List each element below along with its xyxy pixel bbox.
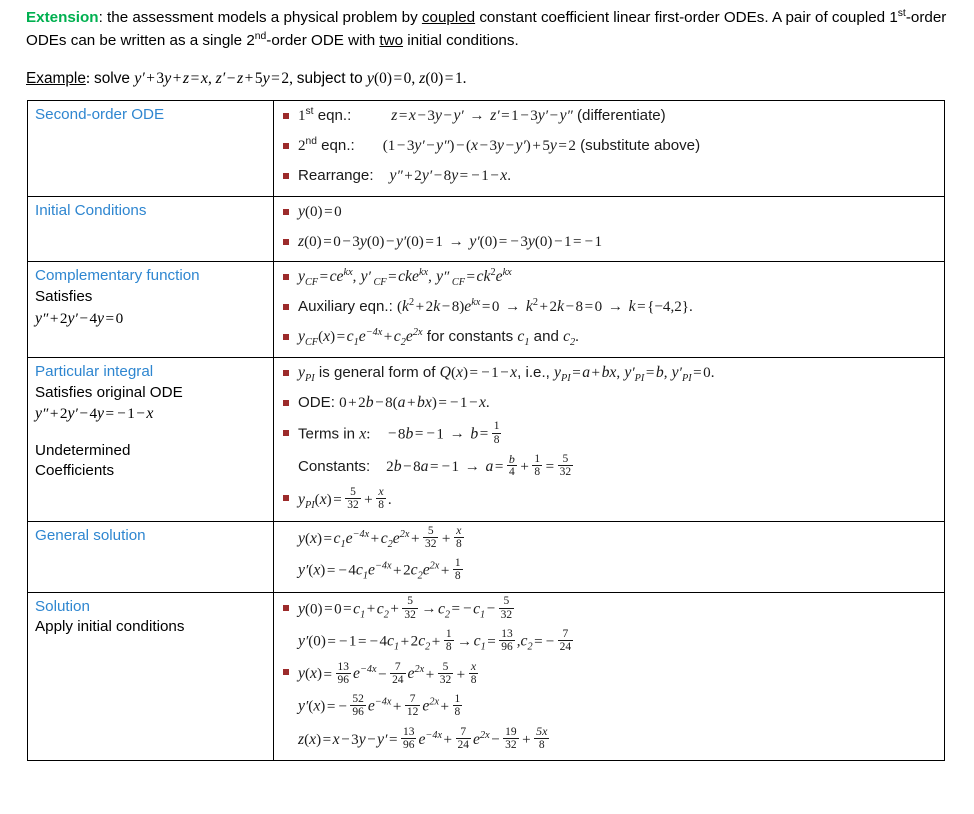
content-list: yCF=cekx, y′ CF=ckekx, y″ CF=ck2ekx Auxi… xyxy=(281,266,938,349)
content-list: y(x)=c1e−4x+c2e2x+ 5 32 + x 8 y′(x)= −4c1e−4x+… xyxy=(281,523,938,584)
row-label-cell-complementary-function: Complementary function Satisfies y″+2y′−… xyxy=(27,261,274,358)
list-item: yCF(x)=c1e−4x+c2e2x for constants c1 and… xyxy=(281,326,938,349)
table-row: Solution Apply initial conditions y(0)=0… xyxy=(27,591,945,762)
fraction-x-over-8: x8 xyxy=(453,523,464,550)
list-item: y(0)=0=c1+c2+ 5 32 →c2= −c1− 5 32 xyxy=(281,595,938,622)
fraction-one-eighth: 18 xyxy=(491,420,502,446)
label-spacer xyxy=(35,426,267,441)
list-item: ODE: 0+2b−8(a+bx)= −1−x. xyxy=(281,392,938,415)
row-label-extra: Apply initial conditions xyxy=(35,618,185,636)
intro-text-b: constant coefficient linear first-order … xyxy=(475,9,898,26)
content-list: y(0)=0=c1+c2+ 5 32 →c2= −c1− 5 32 y′(0)= −1= −4c… xyxy=(281,595,938,753)
row-content-cell-particular-integral: yPI is general form of Q(x)= −1−x, i.e., … xyxy=(273,357,945,522)
list-item: Rearrange: y″+2y′−8y= −1−x. xyxy=(281,165,938,188)
row-label: Complementary function xyxy=(35,267,200,285)
fraction-fiftytwo-ninetysixths: 52 96 xyxy=(350,692,366,718)
list-item: y′(0)= −1= −4c1+2c2+ 1 8 →c1= 13 96 ,c2= −7 24 xyxy=(298,627,574,653)
row-label-cell-second-order-ode: Second-order ODE xyxy=(27,100,274,197)
row-label-extra: Undetermined xyxy=(35,441,131,459)
row-content-cell-second-order-ode: 1st eqn.: z=x−3y−y′ → z′=1−3y′−y″ (differ… xyxy=(273,100,945,197)
content-list: y(0)=0 z(0)=0−3y(0)−y′(0)=1 → y′(0)= −3y(… xyxy=(281,201,938,254)
list-item: y′(x)= −52 96 e−4x+ 7 12 e2x+ 1 8 xyxy=(298,692,463,718)
fraction-one-eighth: 18 xyxy=(452,557,463,583)
table-row: Particular integral Satisfies original O… xyxy=(27,357,945,522)
row-label-cell-general-solution: General solution xyxy=(27,520,274,593)
row-content-cell-solution: y(0)=0=c1+c2+ 5 32 →c2= −c1− 5 32 y′(0)= −1= −4c… xyxy=(273,591,945,762)
example-line: Example: solve y′+3y+z=x, z′−z+5y=2, sub… xyxy=(26,70,467,87)
fraction-x-over-8: x8 xyxy=(468,659,479,686)
list-item: z(x)=x−3y−y′= 13 96 e−4x+ 7 24 e2x− 19 32 +5x 8 xyxy=(298,724,550,751)
list-item: 2nd eqn.: (1−3y′−y″)−(x−3y−y′)+5y=2 (subs… xyxy=(281,135,938,158)
fraction-five-thirtyseconds: 5 32 xyxy=(422,524,439,550)
row-label-cell-particular-integral: Particular integral Satisfies original O… xyxy=(27,357,274,522)
table-row: Second-order ODE 1st eqn.: z=x−3y−y′ → z′… xyxy=(27,100,945,197)
example-label: Example xyxy=(26,70,86,87)
content-list: 1st eqn.: z=x−3y−y′ → z′=1−3y′−y″ (differ… xyxy=(281,105,938,188)
fraction-five-thirtyseconds: 5 32 xyxy=(437,660,454,686)
list-item: Constants: 2b−8a= −1 → a= b 4 +1 8 = 5 32 xyxy=(298,451,574,479)
list-item: 1st eqn.: z=x−3y−y′ → z′=1−3y′−y″ (differ… xyxy=(281,105,938,128)
list-item: y(x)= 13 96 e−4x− 7 24 e2x+ 5 32 + x 8 xyxy=(281,659,938,687)
row-label: Initial Conditions xyxy=(35,201,147,219)
fraction-nineteen-thirtyseconds: 19 32 xyxy=(503,725,519,751)
row-content-cell-complementary-function: yCF=cekx, y′ CF=ckekx, y″ CF=ck2ekx Auxi… xyxy=(273,261,945,358)
extension-keyword: Extension xyxy=(26,9,99,26)
fraction-thirteen-ninetysixths: 13 96 xyxy=(400,725,417,751)
list-item: yPI is general form of Q(x)= −1−x, i.e., … xyxy=(281,362,938,385)
intro-paragraph: Extension: the assessment models a physi… xyxy=(26,6,956,52)
row-label: General solution xyxy=(35,526,146,544)
list-item: y(0)=0 xyxy=(281,201,938,224)
table-row: General solution y(x)=c1e−4x+c2e2x+ 5 32 + x… xyxy=(27,520,945,593)
fraction-b-over-4: b4 xyxy=(506,451,517,479)
fraction-five-thirtyseconds: 5 32 xyxy=(498,595,515,621)
row-label-equation: y″+2y′−4y=0 xyxy=(35,309,124,327)
row-label: Solution xyxy=(35,597,90,615)
document-page: Extension: the assessment models a physi… xyxy=(0,0,974,814)
intro-text-a: : the assessment models a physical probl… xyxy=(98,9,422,26)
ordinal-st: st xyxy=(897,7,906,19)
content-list: yPI is general form of Q(x)= −1−x, i.e., … xyxy=(281,362,938,513)
intro-underline-two: two xyxy=(379,32,404,50)
table-row: Complementary function Satisfies y″+2y′−… xyxy=(27,261,945,358)
fraction-seven-twentyfourths: 7 24 xyxy=(455,725,471,751)
row-label-extra: Satisfies original ODE xyxy=(35,383,183,401)
row-label-cell-initial-conditions: Initial Conditions xyxy=(27,195,274,263)
fraction-five-thirtyseconds: 5 32 xyxy=(402,595,418,621)
row-label-equation: y″+2y′−4y= −1−x xyxy=(35,405,154,423)
fraction-one-eighth: 18 xyxy=(532,453,543,479)
intro-text-e: initial conditions. xyxy=(403,32,519,50)
list-item: yPI(x)= 5 32 + x 8. xyxy=(281,484,938,513)
row-content-cell-initial-conditions: y(0)=0 z(0)=0−3y(0)−y′(0)=1 → y′(0)= −3y(… xyxy=(273,195,945,263)
row-content-cell-general-solution: y(x)=c1e−4x+c2e2x+ 5 32 + x 8 y′(x)= −4c1e−4x+… xyxy=(273,520,945,593)
fraction-x-over-8: x8 xyxy=(376,484,386,512)
list-item: z(0)=0−3y(0)−y′(0)=1 → y′(0)= −3y(0)−1= −1 xyxy=(281,231,938,254)
list-item: y(x)=c1e−4x+c2e2x+ 5 32 + x 8 xyxy=(298,523,464,550)
fraction-thirteen-ninetysixths: 13 96 xyxy=(335,660,351,686)
row-label-extra: Satisfies xyxy=(35,288,93,306)
fraction-thirteen-ninetysixths: 13 96 xyxy=(499,627,515,653)
fraction-seven-twentyfourths: 7 24 xyxy=(390,660,406,686)
fraction-seven-twentyfourths: 7 24 xyxy=(557,627,574,653)
row-label: Second-order ODE xyxy=(35,106,165,123)
row-label-cell-solution: Solution Apply initial conditions xyxy=(27,591,274,762)
fraction-one-eighth: 18 xyxy=(452,692,463,718)
fraction-five-thirtyseconds: 5 32 xyxy=(557,453,574,479)
fraction-five-thirtyseconds: 5 32 xyxy=(345,485,361,512)
row-label: Particular integral xyxy=(35,363,154,380)
list-item: yCF=cekx, y′ CF=ckekx, y″ CF=ck2ekx xyxy=(281,266,938,289)
list-item: y′(x)= −4c1e−4x+2c2e2x+ 1 8 xyxy=(298,557,463,583)
list-item: Terms in x: −8b= −1 → b= 1 8 xyxy=(281,420,938,447)
fraction-seven-twelfths: 7 12 xyxy=(404,692,421,718)
list-item: Auxiliary eqn.: (k2+2k−8)ekx=0 → k2+2k−8… xyxy=(281,296,938,319)
intro-underline-coupled: coupled xyxy=(421,9,476,26)
fraction-5x-over-8: 5x 8 xyxy=(534,724,550,751)
table-row: Initial Conditions y(0)=0 z(0)=0−3y(0)−y… xyxy=(27,195,945,263)
fraction-one-eighth: 18 xyxy=(443,627,454,653)
ode-solution-table: Second-order ODE 1st eqn.: z=x−3y−y′ → z′… xyxy=(27,100,945,762)
row-label-extra: Coefficients xyxy=(35,462,115,480)
intro-text-d: -order ODE with xyxy=(266,32,380,50)
ordinal-nd: nd xyxy=(254,31,267,43)
